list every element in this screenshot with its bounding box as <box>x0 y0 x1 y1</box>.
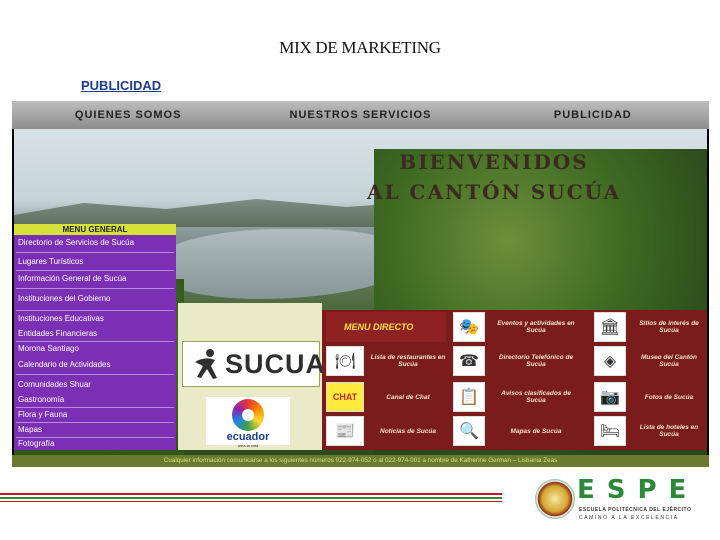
link-directorio-telefonico[interactable]: Directorio Telefónico de Sucúa <box>496 346 576 376</box>
ecuador-logo-text: ecuador <box>226 431 270 443</box>
nav-quienes-somos[interactable]: QUIENES SOMOS <box>12 109 244 121</box>
link-noticias[interactable]: Noticias de Sucúa <box>368 416 448 446</box>
ecuador-tagline: ama la vida <box>237 443 259 448</box>
top-navigation: QUIENES SOMOS NUESTROS SERVICIOS PUBLICI… <box>12 101 709 129</box>
menu-item-morona[interactable]: Morona Santiago <box>18 344 79 353</box>
chat-icon[interactable]: CHAT <box>326 382 364 412</box>
menu-general-heading: MENU GENERAL <box>14 224 176 235</box>
sucua-logo-text: SUCUA <box>225 349 327 379</box>
link-museo[interactable]: Museo del Cantón Sucúa <box>632 346 706 376</box>
color-wheel-icon <box>232 399 264 431</box>
espe-logo: ESPE ESCUELA POLITÉCNICA DEL EJÉRCITO CA… <box>535 475 715 527</box>
newspaper-icon[interactable]: 📰 <box>326 416 364 446</box>
slide-title: MIX DE MARKETING <box>279 38 441 57</box>
menu-divider <box>16 252 174 253</box>
menu-divider <box>16 270 174 271</box>
camera-icon[interactable]: 📷 <box>594 382 626 412</box>
menu-item-instituciones-educativas[interactable]: Instituciones Educativas <box>18 314 104 323</box>
green-rule <box>0 497 502 499</box>
menu-item-fotografia[interactable]: Fotografía <box>18 439 54 448</box>
sucua-logo[interactable]: SUCUA <box>182 341 325 387</box>
menu-item-flora[interactable]: Flora y Fauna <box>18 410 67 419</box>
website-footer: Cualquier información comunicarse a los … <box>12 455 709 467</box>
link-restaurantes[interactable]: Lista de restaurantes en Sucúa <box>368 346 448 376</box>
link-chat[interactable]: Canal de Chat <box>368 382 448 412</box>
link-avisos[interactable]: Avisos clasificados de Sucúa <box>496 382 576 412</box>
menu-divider <box>16 310 174 311</box>
museum-icon[interactable]: 🏛 <box>594 312 626 342</box>
menu-item-mapas[interactable]: Mapas <box>18 425 42 434</box>
link-hoteles[interactable]: Lista de hoteles en Sucúa <box>632 416 706 446</box>
website-screenshot: QUIENES SOMOS NUESTROS SERVICIOS PUBLICI… <box>12 101 709 467</box>
menu-item-informacion[interactable]: Información General de Sucúa <box>18 274 127 283</box>
espe-motto: CAMINO A LA EXCELENCIA <box>579 515 679 521</box>
clipboard-icon[interactable]: 📋 <box>453 382 485 412</box>
hotel-icon[interactable]: 🛏 <box>594 416 626 446</box>
link-fotos[interactable]: Fotos de Sucúa <box>632 382 706 412</box>
welcome-line1: BIENVENIDOS <box>399 150 589 174</box>
menu-item-lugares[interactable]: Lugares Turísticos <box>18 257 83 266</box>
red-rule-thin <box>0 501 502 502</box>
menu-item-gastronomia[interactable]: Gastronomía <box>18 395 64 404</box>
espe-seal-icon <box>535 479 575 519</box>
menu-item-entidades[interactable]: Entidades Financieras <box>18 329 97 338</box>
menu-divider <box>16 407 174 408</box>
nav-publicidad[interactable]: PUBLICIDAD <box>477 109 709 121</box>
menu-directo: MENU DIRECTO 🎭 Eventos y actividades en … <box>322 310 707 450</box>
link-sitios-interes[interactable]: Sitios de interés de Sucúa <box>632 312 706 342</box>
museum-emblem-icon[interactable]: ◈ <box>594 346 626 376</box>
magnifier-map-icon[interactable]: 🔍 <box>453 416 485 446</box>
espe-name: ESCUELA POLITÉCNICA DEL EJÉRCITO <box>579 507 692 513</box>
welcome-heading: BIENVENIDOS AL CANTÓN SUCÚA <box>344 147 644 207</box>
menu-divider <box>16 288 174 289</box>
telephone-icon[interactable]: ☎ <box>453 346 485 376</box>
nav-nuestros-servicios[interactable]: NUESTROS SERVICIOS <box>244 109 476 121</box>
slide-subtitle-link[interactable]: PUBLICIDAD <box>81 78 161 93</box>
plate-icon[interactable]: 🍽 <box>326 346 364 376</box>
red-rule <box>0 493 502 495</box>
menu-divider <box>16 422 174 423</box>
espe-letters: ESPE <box>577 475 699 505</box>
menu-divider <box>16 437 174 438</box>
dancer-figure-icon <box>195 349 217 379</box>
menu-item-calendario[interactable]: Calendario de Actividades <box>18 360 111 369</box>
link-eventos[interactable]: Eventos y actividades en Sucúa <box>496 312 576 342</box>
logo-panel: SUCUA ecuador ama la vida <box>178 303 325 450</box>
ecuador-logo[interactable]: ecuador ama la vida <box>206 397 290 448</box>
menu-item-instituciones-gobierno[interactable]: Instituciones del Gobierno <box>18 294 111 303</box>
menu-divider <box>16 374 174 375</box>
menu-general: MENU GENERAL Directorio de Servicios de … <box>14 224 176 450</box>
menu-item-comunidades[interactable]: Comunidades Shuar <box>18 380 91 389</box>
theater-masks-icon[interactable]: 🎭 <box>453 312 485 342</box>
link-mapas[interactable]: Mapas de Sucúa <box>496 416 576 446</box>
menu-divider <box>16 341 174 342</box>
menu-directo-heading: MENU DIRECTO <box>326 312 446 342</box>
welcome-line2: AL CANTÓN SUCÚA <box>367 180 621 204</box>
menu-item-directorio[interactable]: Directorio de Servicios de Sucúa <box>18 238 134 247</box>
